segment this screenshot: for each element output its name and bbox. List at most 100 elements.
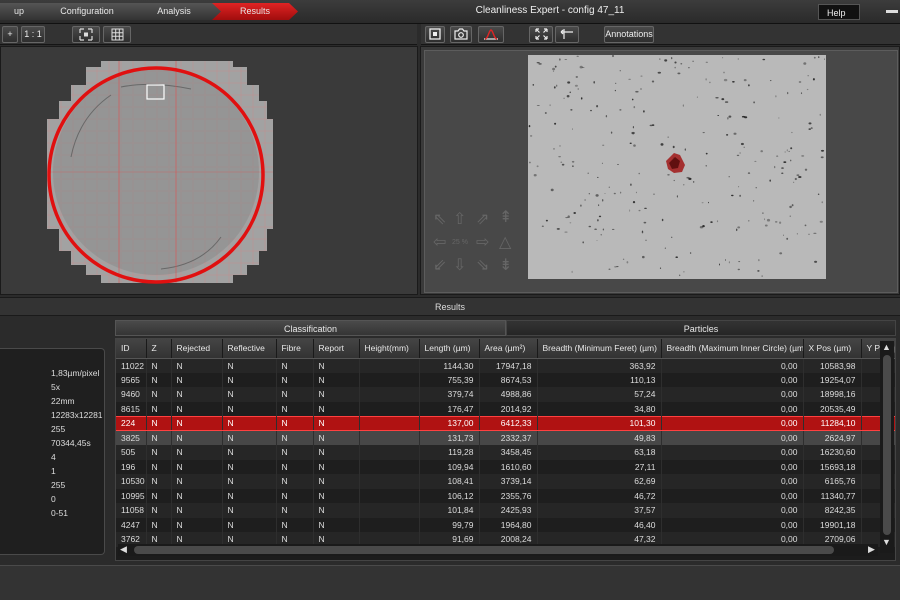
scroll-up-icon[interactable]: ▲ [882, 342, 891, 352]
dirt-particle [737, 226, 741, 229]
dirt-particle [593, 81, 595, 84]
column-header[interactable]: Area (µm²) [479, 339, 538, 359]
fullscreen-button[interactable] [529, 26, 553, 43]
breadcrumb-results[interactable]: Results [212, 3, 298, 20]
column-header[interactable]: Reflective [222, 339, 277, 359]
pan-down-icon[interactable]: ⇩ [453, 258, 466, 274]
dirt-particle [812, 78, 815, 81]
pan-down-left-icon[interactable]: ⇙ [433, 258, 446, 274]
table-row[interactable]: 10995 N N N N N 106,12 2355,76 46,72 0,00 11340,77 [116, 488, 895, 503]
pan-down-right-icon[interactable]: ⇘ [476, 258, 489, 274]
table-cell: 224 [116, 415, 147, 431]
scroll-right-icon[interactable]: ▶ [868, 544, 875, 555]
page-down-icon[interactable]: ⇟ [499, 258, 512, 274]
column-header[interactable]: Height(mm) [359, 339, 420, 359]
horizontal-scrollbar[interactable]: ◀ ▶ [118, 544, 878, 556]
snapshot-button[interactable] [450, 26, 472, 43]
breadcrumb-configuration[interactable]: Configuration [38, 3, 136, 20]
pan-up-icon[interactable]: ⇧ [453, 212, 466, 228]
column-header[interactable]: ID [116, 339, 147, 359]
info-value-7: 0 [51, 494, 56, 504]
breadcrumb-label: Configuration [60, 6, 114, 16]
horizontal-scroll-thumb[interactable] [134, 546, 834, 554]
table-cell: 1610,60 [479, 459, 538, 474]
column-header[interactable]: Fibre [276, 339, 314, 359]
table-row[interactable]: 9565 N N N N N 755,39 8674,53 110,13 0,00 19254,07 [116, 372, 895, 387]
dirt-particle [596, 240, 598, 241]
column-header[interactable]: Rejected [171, 339, 223, 359]
table-cell: 119,28 [419, 445, 480, 460]
column-header[interactable]: Length (µm) [419, 339, 480, 359]
frame-button[interactable] [425, 26, 445, 43]
table-cell: 11340,77 [803, 488, 862, 503]
dirt-particle [532, 84, 535, 86]
table-cell: N [146, 358, 172, 373]
table-row[interactable]: 505 N N N N N 119,28 3458,45 63,18 0,00 16230,60 [116, 445, 895, 460]
annotations-button[interactable]: Annotations [604, 26, 654, 43]
pan-up-right-icon[interactable]: ⇗ [476, 212, 489, 228]
table-cell: 63,18 [537, 445, 662, 460]
table-cell: 49,83 [537, 430, 662, 445]
table-row[interactable]: 10530 N N N N N 108,41 3739,14 62,69 0,00 6165,76 [116, 474, 895, 489]
minimize-icon[interactable] [886, 10, 898, 13]
table-row[interactable]: 9460 N N N N N 379,74 4988,86 57,24 0,00 18998,16 [116, 387, 895, 402]
table-row[interactable]: 196 N N N N N 109,94 1610,60 27,11 0,00 15693,18 [116, 459, 895, 474]
table-cell: 99,79 [419, 517, 480, 532]
pan-up-left-icon[interactable]: ⇖ [433, 212, 446, 228]
grid-button[interactable] [103, 26, 131, 43]
info-value-threshold: 255 [51, 424, 66, 434]
microscope-image[interactable] [528, 55, 826, 279]
tab-particles[interactable]: Particles [506, 320, 896, 336]
dirt-particle [741, 115, 746, 118]
dirt-particle [783, 161, 787, 163]
info-value-6: 255 [51, 480, 66, 490]
dirt-particle [774, 165, 776, 169]
column-header[interactable]: Breadth (Minimum Feret) (µm) [537, 339, 662, 359]
table-row[interactable]: 3825 N N N N N 131,73 2332,37 49,83 0,00 2624,97 [116, 430, 895, 445]
zoom-in-arrow-icon[interactable]: △ [499, 235, 511, 251]
dirt-particle [821, 201, 823, 204]
table-cell: 34,80 [537, 401, 662, 416]
dirt-particle [617, 164, 619, 165]
zoom-in-button[interactable]: + [2, 26, 18, 43]
help-button[interactable]: Help [818, 4, 860, 20]
dirt-particle [529, 161, 531, 164]
one-to-one-button[interactable]: 1 : 1 [21, 26, 45, 43]
column-header[interactable]: Breadth (Maximum Inner Circle) (µm) [661, 339, 804, 359]
table-cell [359, 474, 420, 489]
column-header[interactable]: X Pos (µm) [803, 339, 862, 359]
table-cell: 62,69 [537, 474, 662, 489]
histogram-button[interactable] [478, 26, 504, 43]
tab-classification[interactable]: Classification [115, 320, 506, 336]
dirt-particle [643, 110, 645, 113]
pan-left-icon[interactable]: ⇦ [433, 235, 446, 251]
page-up-icon[interactable]: ⇞ [499, 210, 512, 226]
table-row[interactable]: 11022 N N N N N 1144,30 17947,18 363,92 0,00 10583… [116, 358, 895, 373]
pan-right-icon[interactable]: ⇨ [476, 235, 489, 251]
table-cell: 10530 [116, 474, 147, 489]
vertical-scroll-thumb[interactable] [883, 355, 891, 535]
table-row[interactable]: 11058 N N N N N 101,84 2425,93 37,57 0,00 8242,35 [116, 503, 895, 518]
table-row[interactable]: 8615 N N N N N 176,47 2014,92 34,80 0,00 20535,49 [116, 401, 895, 416]
dirt-particle [764, 218, 765, 221]
breadcrumb-analysis[interactable]: Analysis [126, 3, 222, 20]
dirt-particle [567, 215, 570, 218]
dirt-particle [726, 134, 729, 136]
column-header[interactable]: Z [146, 339, 172, 359]
histogram-icon [484, 29, 498, 40]
table-cell: N [222, 401, 277, 416]
table-row[interactable]: 4247 N N N N N 99,79 1964,80 46,40 0,00 19901,18 [116, 517, 895, 532]
vertical-scrollbar[interactable]: ▲ ▼ [880, 341, 894, 553]
table-cell: 2332,37 [479, 430, 538, 445]
measure-button[interactable] [555, 26, 579, 43]
scroll-left-icon[interactable]: ◀ [120, 544, 127, 555]
fit-tiles-button[interactable] [72, 26, 100, 43]
dirt-particle [538, 63, 542, 65]
scroll-down-icon[interactable]: ▼ [882, 537, 891, 547]
column-header[interactable]: Report [313, 339, 360, 359]
table-row-selected[interactable]: 224 N N N N N 137,00 6412,33 101,30 0,00 11284,10 [116, 415, 895, 431]
filter-overview-map[interactable] [1, 47, 419, 296]
dirt-particle [575, 76, 578, 78]
table-cell: 3825 [116, 430, 147, 445]
dirt-particle [723, 71, 725, 74]
